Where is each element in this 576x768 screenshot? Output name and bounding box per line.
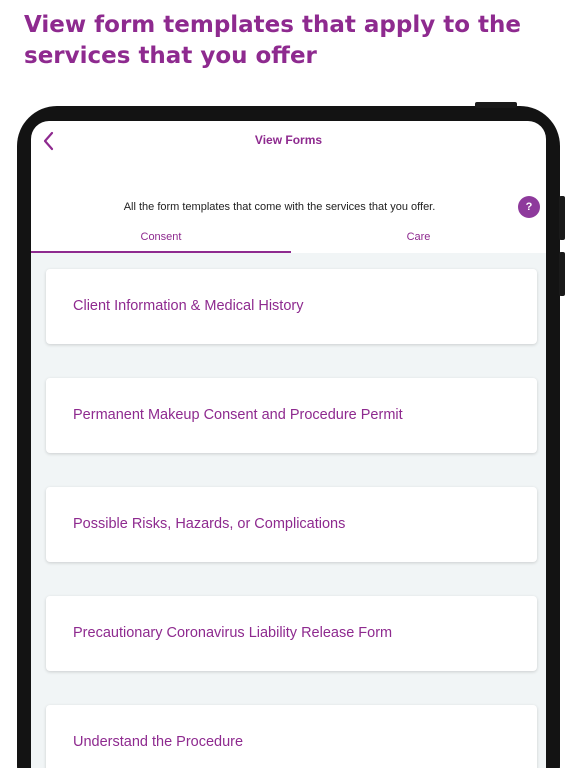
app-screen: View Forms All the form templates that c… (31, 121, 546, 768)
form-card-client-information[interactable]: Client Information & Medical History (46, 269, 537, 344)
form-card-understand-procedure[interactable]: Understand the Procedure (46, 705, 537, 768)
tab-consent[interactable]: Consent (31, 227, 291, 253)
navigation-bar: View Forms (31, 121, 546, 161)
device-volume-up-button (559, 196, 565, 240)
question-icon: ? (525, 201, 533, 213)
device-top-button (475, 102, 517, 108)
device-volume-down-button (559, 252, 565, 296)
page-title: View Forms (254, 133, 323, 147)
form-list: Client Information & Medical History Per… (31, 253, 546, 768)
form-card-label: Precautionary Coronavirus Liability Rele… (73, 625, 393, 641)
page-description: All the form templates that come with th… (123, 201, 436, 213)
form-card-label: Understand the Procedure (73, 734, 244, 750)
form-card-risks[interactable]: Possible Risks, Hazards, or Complication… (46, 487, 537, 562)
tab-bar: Consent Care (31, 227, 546, 253)
form-card-coronavirus-release[interactable]: Precautionary Coronavirus Liability Rele… (46, 596, 537, 671)
form-card-label: Possible Risks, Hazards, or Complication… (73, 516, 346, 532)
form-card-label: Permanent Makeup Consent and Procedure P… (73, 407, 403, 423)
form-card-consent-permit[interactable]: Permanent Makeup Consent and Procedure P… (46, 378, 537, 453)
promo-headline: View form templates that apply to the se… (24, 12, 521, 69)
tab-care[interactable]: Care (291, 227, 546, 253)
help-button[interactable]: ? (518, 196, 540, 218)
form-card-label: Client Information & Medical History (73, 298, 304, 314)
